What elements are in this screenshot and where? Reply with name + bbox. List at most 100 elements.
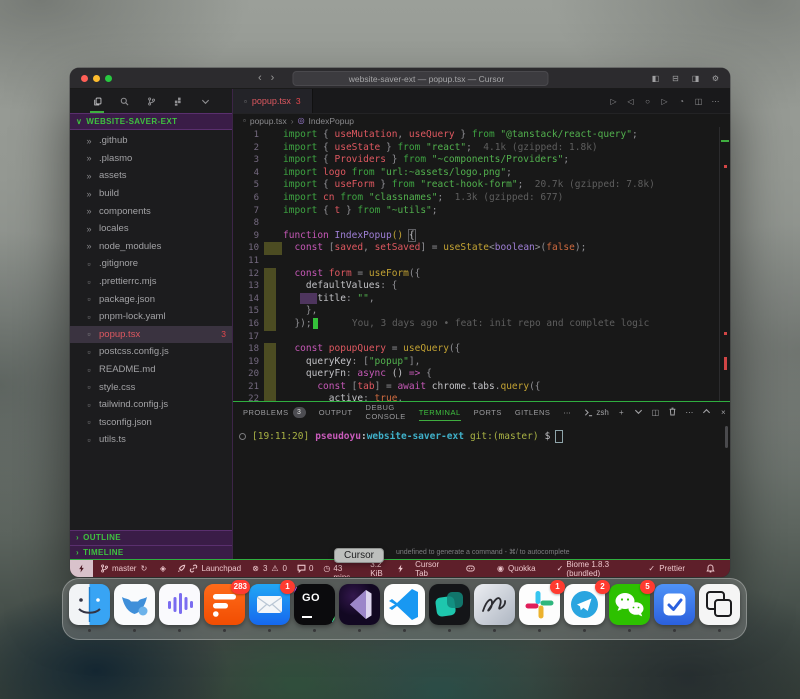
activity-search-button[interactable]	[116, 93, 132, 109]
status-quokka[interactable]: ◉Quokka	[491, 560, 541, 577]
tree-item-tailwind-config-js[interactable]: ▫tailwind.config.js	[70, 396, 232, 414]
status-launchpad[interactable]: Launchpad	[172, 560, 246, 577]
settings-button[interactable]: ⚙	[710, 73, 721, 84]
tree-item-assets[interactable]: »assets	[70, 167, 232, 185]
status-biome[interactable]: ✓Biome 1.8.3 (bundled)	[552, 560, 632, 577]
status-feedback[interactable]: 0	[292, 560, 318, 577]
dock-item-terminal-app[interactable]	[429, 584, 470, 639]
code-line-7[interactable]: 7import { t } from "~utils";	[233, 205, 730, 218]
new-terminal-button[interactable]: +	[617, 407, 626, 417]
tree-item-package-json[interactable]: ▫package.json	[70, 290, 232, 308]
zoom-window-button[interactable]	[105, 75, 112, 82]
dock-item-wechat[interactable]: 5	[609, 584, 650, 639]
code-line-17[interactable]: 17	[233, 331, 730, 344]
timeline-section-header[interactable]: › TIMELINE	[70, 545, 232, 560]
code-line-21[interactable]: 21 const [tab] = await chrome.tabs.query…	[233, 381, 730, 394]
history-back-button[interactable]: ‹	[258, 72, 262, 84]
split-editor-button[interactable]: ◫	[694, 96, 703, 107]
code-line-18[interactable]: 18 const popupQuery = useQuery({	[233, 343, 730, 356]
code-line-20[interactable]: 20 queryFn: async () => {	[233, 368, 730, 381]
status-gitlens[interactable]: ◈	[153, 560, 172, 577]
dock-item-finder[interactable]	[69, 584, 110, 639]
code-line-15[interactable]: 15 },	[233, 305, 730, 318]
command-center-search[interactable]: website-saver-ext — popup.tsx — Cursor	[292, 71, 548, 86]
nav-back-button[interactable]: ◁	[626, 96, 635, 107]
code-line-1[interactable]: 1import { useMutation, useQuery } from "…	[233, 129, 730, 142]
panel-tab-output[interactable]: OUTPUT	[319, 402, 353, 422]
history-button[interactable]: ◔	[677, 96, 686, 107]
tree-item--gitignore[interactable]: ▫.gitignore	[70, 255, 232, 273]
more-panel-actions-button[interactable]: ⋯	[685, 407, 694, 417]
panel-tab-terminal[interactable]: TERMINAL	[419, 402, 461, 422]
code-line-11[interactable]: 11	[233, 255, 730, 268]
tree-item--github[interactable]: ».github	[70, 132, 232, 150]
status-cursor-tab[interactable]: Cursor Tab	[410, 560, 450, 577]
history-forward-button[interactable]: ›	[271, 72, 275, 84]
toggle-panel-button[interactable]: ⊟	[670, 73, 681, 84]
close-window-button[interactable]	[81, 75, 88, 82]
dock-item-todo-app[interactable]	[654, 584, 695, 639]
code-line-9[interactable]: 9function IndexPopup() {	[233, 230, 730, 243]
split-terminal-button[interactable]: ◫	[651, 407, 660, 417]
activity-extensions-button[interactable]	[170, 93, 186, 109]
dock-item-telegram[interactable]: 2	[564, 584, 605, 639]
status-git-branch[interactable]: master↻	[95, 560, 153, 577]
tree-item-node-modules[interactable]: »node_modules	[70, 238, 232, 256]
code-line-12[interactable]: 12 const form = useForm({	[233, 268, 730, 281]
dock-item-mail[interactable]: 1	[249, 584, 290, 639]
more-actions-button[interactable]: ⋯	[711, 96, 720, 107]
dock-item-screenshot-app[interactable]	[699, 584, 740, 639]
toggle-primary-sidebar-button[interactable]: ◧	[650, 73, 661, 84]
code-line-19[interactable]: 19 queryKey: ["popup"],	[233, 356, 730, 369]
minimize-window-button[interactable]	[93, 75, 100, 82]
tree-item-readme-md[interactable]: ▫README.md	[70, 361, 232, 379]
panel-tab-problems[interactable]: PROBLEMS3	[243, 402, 306, 422]
dock-item-slack[interactable]: 1	[519, 584, 560, 639]
dock-item-vscode[interactable]	[384, 584, 425, 639]
tree-item-build[interactable]: »build	[70, 185, 232, 203]
code-line-14[interactable]: 14 title: "",	[233, 293, 730, 306]
status-copilot[interactable]	[461, 560, 480, 577]
code-line-6[interactable]: 6import cn from "classnames"; 1.3k (gzip…	[233, 192, 730, 205]
nav-forward-button[interactable]: ▷	[660, 96, 669, 107]
tree-item-locales[interactable]: »locales	[70, 220, 232, 238]
status-remote-indicator[interactable]	[70, 560, 93, 577]
outline-section-header[interactable]: › OUTLINE	[70, 530, 232, 545]
activity-explorer-button[interactable]	[89, 93, 105, 109]
code-editor[interactable]: 1import { useMutation, useQuery } from "…	[233, 127, 730, 401]
dock-item-fox-app[interactable]	[114, 584, 155, 639]
maximize-panel-button[interactable]	[702, 407, 711, 418]
overview-ruler[interactable]	[719, 127, 730, 401]
status-prettier[interactable]: ✓Prettier	[642, 560, 690, 577]
close-panel-button[interactable]: ×	[719, 407, 728, 417]
code-line-10[interactable]: 10 const [saved, setSaved] = useState<bo…	[233, 242, 730, 255]
dock-item-scribble-app[interactable]	[474, 584, 515, 639]
tree-item-utils-ts[interactable]: ▫utils.ts	[70, 431, 232, 449]
tree-item-pnpm-lock-yaml[interactable]: ▫pnpm-lock.yaml	[70, 308, 232, 326]
panel-tab--[interactable]: ⋯	[563, 402, 571, 422]
kill-terminal-button[interactable]	[668, 407, 677, 418]
code-line-13[interactable]: 13 defaultValues: {	[233, 280, 730, 293]
code-line-22[interactable]: 22 active: true,	[233, 393, 730, 401]
code-line-4[interactable]: 4import logo from "url:~assets/logo.png"…	[233, 167, 730, 180]
code-line-8[interactable]: 8	[233, 217, 730, 230]
tree-item-postcss-config-js[interactable]: ▫postcss.config.js	[70, 343, 232, 361]
run-button[interactable]: ▷	[609, 96, 618, 107]
launch-profile-button[interactable]	[634, 407, 643, 418]
status-flash[interactable]	[391, 560, 410, 577]
code-line-16[interactable]: 16 }); You, 3 days ago • feat: init repo…	[233, 318, 730, 331]
code-line-2[interactable]: 2import { useState } from "react"; 4.1k …	[233, 142, 730, 155]
dock-item-goland[interactable]: GO	[294, 584, 335, 639]
tab-popup-tsx[interactable]: ▫ popup.tsx 3	[233, 89, 313, 113]
breadcrumb[interactable]: ▫ popup.tsx › ◎ IndexPopup	[233, 114, 730, 127]
panel-tab-gitlens[interactable]: GITLENS	[515, 402, 551, 422]
status-problems[interactable]: ⊗3⚠0	[246, 560, 292, 577]
record-button[interactable]: ○	[643, 96, 652, 107]
tree-item-popup-tsx[interactable]: ▫popup.tsx3	[70, 326, 232, 344]
dock-item-waveform-app[interactable]	[159, 584, 200, 639]
code-line-5[interactable]: 5import { useForm } from "react-hook-for…	[233, 179, 730, 192]
code-line-3[interactable]: 3import { Providers } from "~components/…	[233, 154, 730, 167]
dock-item-cursor-ide[interactable]	[339, 584, 380, 639]
terminal-scrollbar[interactable]	[725, 426, 728, 448]
shell-selector-button[interactable]: zsh	[584, 408, 608, 417]
